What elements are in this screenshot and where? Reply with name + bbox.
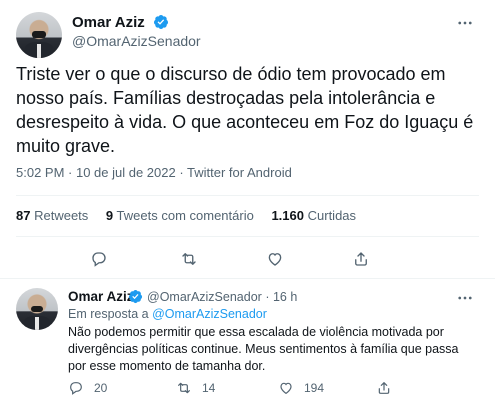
retweet-icon: [178, 382, 190, 394]
more-icon[interactable]: [456, 14, 474, 32]
reply-author-handle[interactable]: @OmarAzizSenador · 16 h: [147, 290, 297, 304]
reply-avatar[interactable]: [16, 288, 58, 330]
tweet-timestamp[interactable]: 5:02 PM · 10 de jul de 2022 · Twitter fo…: [16, 165, 292, 180]
reply-like-action[interactable]: 194: [278, 380, 324, 396]
share-icon: [378, 382, 390, 394]
author-name[interactable]: Omar Aziz: [72, 14, 145, 31]
in-reply-to-link[interactable]: @OmarAzizSenador: [152, 307, 267, 321]
avatar[interactable]: [16, 12, 62, 58]
divider: [0, 278, 495, 279]
likes-stat[interactable]: 1.160 Curtidas: [271, 208, 356, 223]
like-icon[interactable]: [266, 250, 284, 268]
divider: [16, 195, 479, 196]
reply-time: 16 h: [272, 290, 298, 304]
author-handle[interactable]: @OmarAzizSenador: [72, 33, 201, 49]
reply-retweet-action[interactable]: 14: [176, 380, 215, 396]
retweet-icon[interactable]: [180, 250, 198, 268]
divider: [16, 236, 479, 237]
reply-author-name[interactable]: Omar Aziz: [68, 289, 134, 304]
tweet-stats: 87 Retweets 9 Tweets com comentário 1.16…: [16, 208, 370, 223]
reply-icon[interactable]: [90, 250, 108, 268]
retweet-count: 14: [202, 381, 216, 395]
reply-count: 20: [94, 381, 108, 395]
in-reply-to: Em resposta a @OmarAzizSenador: [68, 307, 267, 321]
tweet-thread: Omar Aziz @OmarAzizSenador Triste ver o …: [0, 0, 495, 407]
tweet-text: Triste ver o que o discurso de ódio tem …: [16, 64, 474, 156]
reply-reply-action[interactable]: 20: [68, 380, 107, 396]
reply-text: Não podemos permitir que essa escalada d…: [68, 325, 459, 373]
quotes-stat[interactable]: 9 Tweets com comentário: [106, 208, 254, 223]
share-icon[interactable]: [352, 250, 370, 268]
verified-icon: [128, 289, 143, 304]
reply-icon: [70, 382, 82, 395]
verified-icon: [153, 15, 168, 29]
like-icon: [280, 382, 292, 395]
reply-share-action[interactable]: [376, 380, 402, 396]
like-count: 194: [304, 381, 325, 395]
more-icon[interactable]: [456, 289, 474, 307]
retweets-stat[interactable]: 87 Retweets: [16, 208, 88, 223]
